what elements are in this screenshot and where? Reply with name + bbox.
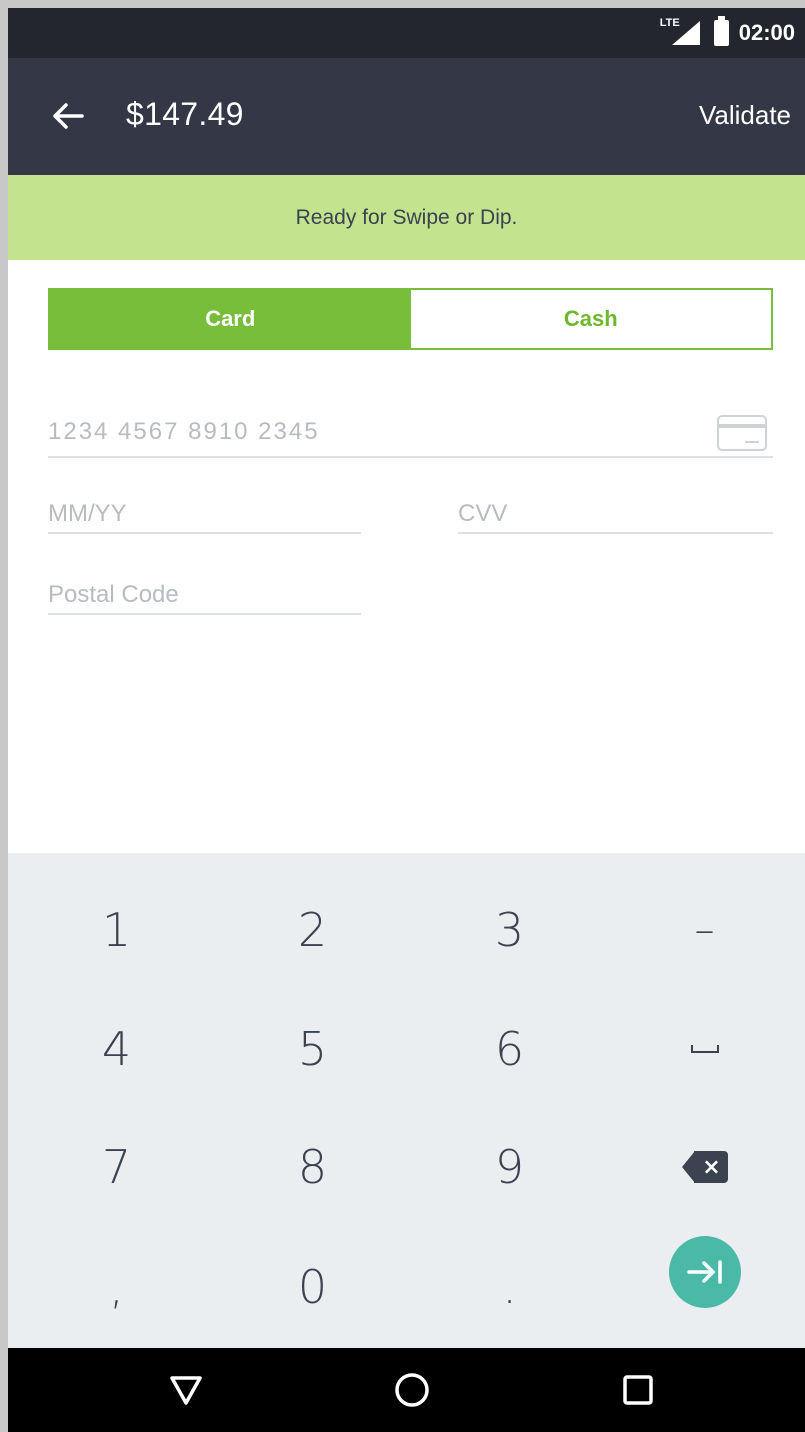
key-2[interactable]: 2	[214, 871, 411, 989]
validate-button[interactable]: Validate	[699, 100, 791, 131]
key-8[interactable]: 8	[214, 1108, 411, 1226]
key-comma[interactable]: ,	[18, 1228, 215, 1346]
next-field-button[interactable]	[668, 1236, 741, 1308]
home-circle-icon[interactable]	[392, 1370, 432, 1410]
key-period[interactable]: .	[411, 1228, 608, 1346]
reader-status-text: Ready for Swipe or Dip.	[295, 205, 518, 229]
card-number-field[interactable]: 1234 4567 8910 2345	[48, 415, 773, 458]
battery-icon	[713, 16, 729, 46]
key-9[interactable]: 9	[411, 1108, 608, 1226]
key-7[interactable]: 7	[18, 1108, 215, 1226]
expiry-field[interactable]: MM/YY	[48, 500, 361, 534]
postal-code-field[interactable]: Postal Code	[48, 581, 361, 615]
key-dash[interactable]: –	[606, 871, 803, 989]
tab-card-label: Card	[205, 306, 256, 331]
key-next[interactable]	[606, 1213, 803, 1331]
key-6[interactable]: 6	[411, 990, 608, 1108]
system-navigation-bar	[8, 1348, 805, 1432]
backspace-icon: ×	[681, 1151, 728, 1183]
tab-cash[interactable]: Cash	[410, 290, 771, 348]
key-1[interactable]: 1	[18, 871, 215, 989]
credit-card-icon	[717, 415, 767, 451]
space-icon	[690, 1045, 719, 1053]
key-backspace[interactable]: ×	[606, 1108, 803, 1226]
back-triangle-icon[interactable]	[166, 1370, 206, 1410]
signal-strength-icon	[671, 21, 700, 45]
signal-icon: LTE	[660, 17, 700, 47]
phone-screen: LTE 02:00 $147.49 Validate Ready for Swi…	[8, 8, 805, 1432]
key-space[interactable]	[606, 990, 803, 1108]
key-3[interactable]: 3	[411, 871, 608, 989]
next-field-icon	[686, 1260, 722, 1284]
card-number-placeholder: 1234 4567 8910 2345	[48, 418, 320, 445]
tab-card[interactable]: Card	[50, 290, 411, 348]
expiry-placeholder: MM/YY	[48, 500, 127, 527]
reader-status-banner: Ready for Swipe or Dip.	[8, 175, 805, 260]
tab-cash-label: Cash	[563, 306, 618, 331]
status-bar: LTE 02:00	[8, 8, 805, 58]
status-time: 02:00	[738, 20, 795, 45]
postal-code-placeholder: Postal Code	[48, 581, 179, 608]
cvv-field[interactable]: CVV	[458, 500, 773, 534]
payment-amount: $147.49	[126, 96, 244, 132]
key-5[interactable]: 5	[214, 990, 411, 1108]
cvv-placeholder: CVV	[458, 500, 508, 527]
app-bar: $147.49 Validate	[8, 58, 805, 175]
key-4[interactable]: 4	[18, 990, 215, 1108]
status-icons: LTE 02:00	[660, 8, 795, 58]
numeric-keypad: 1 2 3 – 4 5 6 7 8 9 × , 0 .	[8, 853, 805, 1348]
payment-method-tabs: Card Cash	[48, 288, 773, 350]
back-arrow-icon[interactable]	[48, 96, 88, 136]
key-0[interactable]: 0	[214, 1228, 411, 1346]
recents-square-icon[interactable]	[618, 1370, 658, 1410]
